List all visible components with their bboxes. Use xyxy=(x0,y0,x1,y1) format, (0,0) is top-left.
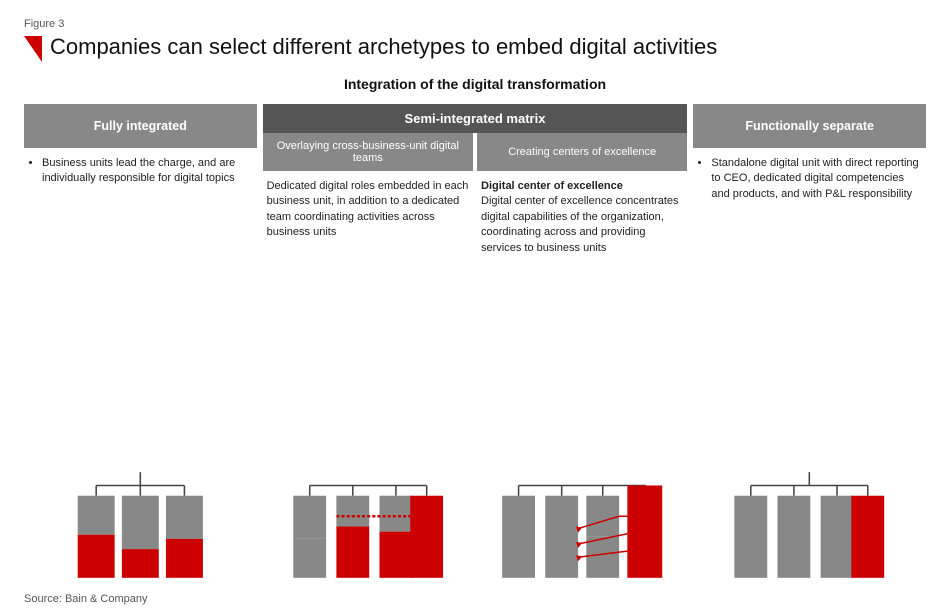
columns-wrapper: Fully integrated Business units lead the… xyxy=(24,104,926,585)
fully-integrated-header: Fully integrated xyxy=(24,104,257,148)
coe-diagram-svg xyxy=(477,467,687,585)
title-row: Companies can select different archetype… xyxy=(24,34,926,62)
col-functionally-separate: Functionally separate Standalone digital… xyxy=(693,104,926,585)
coe-body-title: Digital center of excellence xyxy=(481,180,623,192)
overlay-header: Overlaying cross-business-unit digital t… xyxy=(263,133,473,171)
functionally-separate-header: Functionally separate xyxy=(693,104,926,148)
section-subtitle: Integration of the digital transformatio… xyxy=(24,76,926,92)
title-icon xyxy=(24,36,42,62)
fully-integrated-diagram xyxy=(24,467,257,585)
figure-label: Figure 3 xyxy=(24,18,926,30)
source: Source: Bain & Company xyxy=(24,593,926,605)
fully-diagram-svg xyxy=(24,467,257,585)
separate-diagram-svg xyxy=(693,467,926,585)
col-semi-integrated: Semi-integrated matrix Overlaying cross-… xyxy=(263,104,688,585)
page-title: Companies can select different archetype… xyxy=(50,34,717,60)
coe-diagram xyxy=(477,467,687,585)
coe-body: Digital center of excellence Digital cen… xyxy=(477,171,687,463)
semi-sub-columns: Overlaying cross-business-unit digital t… xyxy=(263,133,688,585)
semi-integrated-header: Semi-integrated matrix xyxy=(263,104,688,133)
semi-overlay-col: Overlaying cross-business-unit digital t… xyxy=(263,133,473,585)
fully-integrated-body: Business units lead the charge, and are … xyxy=(24,148,257,463)
col-fully-integrated: Fully integrated Business units lead the… xyxy=(24,104,257,585)
coe-header: Creating centers of excellence xyxy=(477,133,687,171)
overlay-diagram xyxy=(263,467,473,585)
overlay-body: Dedicated digital roles embedded in each… xyxy=(263,171,473,463)
page: Figure 3 Companies can select different … xyxy=(0,0,950,615)
overlay-diagram-svg xyxy=(263,467,473,585)
functionally-separate-body: Standalone digital unit with direct repo… xyxy=(693,148,926,463)
functionally-separate-diagram xyxy=(693,467,926,585)
semi-coe-col: Creating centers of excellence Digital c… xyxy=(477,133,687,585)
